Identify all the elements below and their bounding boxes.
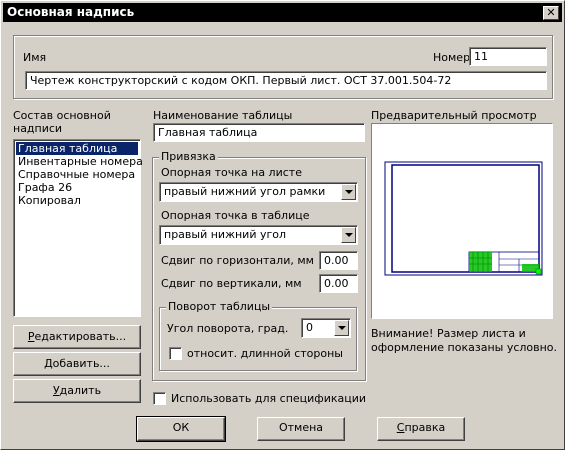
hshift-label: Сдвиг по горизонтали, мм	[161, 254, 314, 267]
edit-button-label: едактировать...	[34, 330, 127, 343]
list-item[interactable]: Справочные номера	[16, 168, 138, 181]
anchor-point-marker	[535, 268, 542, 275]
preview-note-line1: Внимание! Размер листа и	[371, 327, 526, 340]
composition-list[interactable]: Главная таблица Инвентарные номера Справоч…	[13, 139, 143, 317]
vshift-label: Сдвиг по вертикали, мм	[161, 277, 302, 290]
spec-checkbox[interactable]	[153, 392, 166, 405]
composition-label-line1: Состав основной	[13, 109, 111, 122]
table-point-label: Опорная точка в таблице	[161, 209, 310, 222]
list-item[interactable]: Графа 26	[16, 181, 138, 194]
angle-select[interactable]: 0	[301, 318, 351, 338]
sheet-point-select[interactable]: правый нижний угол рамки	[159, 182, 358, 202]
ok-button[interactable]: ОК	[136, 416, 226, 442]
preview-note-line2: оформление показаны условно.	[371, 341, 558, 354]
sheet-point-value: правый нижний угол рамки	[164, 185, 326, 198]
angle-value: 0	[306, 321, 313, 334]
delete-button[interactable]: Удалить	[13, 379, 141, 403]
add-button-mnemonic: Д	[44, 357, 53, 370]
chevron-down-icon[interactable]	[341, 184, 356, 200]
sheet-outline	[384, 161, 543, 276]
delete-button-label: далить	[59, 384, 102, 397]
number-field[interactable]: 11	[469, 47, 547, 66]
name-field[interactable]: Чертеж конструкторский с кодом ОКП. Перв…	[25, 71, 547, 90]
spec-checkbox-label: Использовать для спецификации	[171, 392, 367, 405]
chevron-down-icon[interactable]	[341, 227, 356, 243]
add-button-label: обавить...	[52, 357, 110, 370]
preview-label: Предварительный просмотр	[371, 109, 537, 122]
close-button[interactable]: ✕	[543, 6, 559, 20]
sheet-preview-drawing	[384, 161, 543, 276]
rotation-group-label: Поворот таблицы	[166, 300, 273, 313]
composition-label-line2: надписи	[13, 122, 63, 135]
list-item[interactable]: Инвентарные номера	[16, 155, 143, 168]
help-button[interactable]: Справка	[377, 417, 465, 441]
name-label: Имя	[23, 51, 47, 64]
delete-button-mnemonic: У	[52, 384, 60, 397]
list-item[interactable]: Главная таблица	[16, 142, 138, 155]
chevron-down-icon[interactable]	[334, 320, 349, 336]
title-bar[interactable]: Основная надпись ✕	[3, 3, 562, 22]
number-label: Номер	[433, 51, 471, 64]
edit-button-mnemonic: Р	[27, 330, 35, 343]
vshift-field[interactable]: 0.00	[319, 274, 358, 293]
table-point-select[interactable]: правый нижний угол	[159, 225, 358, 245]
list-item[interactable]: Копировал	[16, 194, 138, 207]
edit-button[interactable]: Редактировать...	[13, 325, 141, 349]
add-button[interactable]: Добавить...	[13, 352, 141, 376]
relative-label: относит. длинной стороны	[187, 347, 343, 360]
title-block-table	[468, 251, 542, 275]
table-point-value: правый нижний угол	[164, 228, 287, 241]
window-title: Основная надпись	[7, 5, 135, 19]
sheet-frame	[391, 164, 540, 273]
binding-group-label: Привязка	[159, 150, 218, 163]
table-name-label: Наименование таблицы	[153, 109, 293, 122]
rotation-group	[159, 307, 357, 371]
sheet-point-label: Опорная точка на листе	[161, 166, 302, 179]
dialog-window: Основная надпись ✕ Имя Номер 11 Чертеж к…	[0, 0, 565, 450]
hshift-field[interactable]: 0.00	[319, 251, 358, 270]
relative-checkbox[interactable]	[169, 347, 182, 360]
help-button-label: правка	[404, 421, 446, 434]
preview-pane	[371, 123, 553, 319]
table-name-field[interactable]: Главная таблица	[153, 123, 365, 142]
angle-label: Угол поворота, град.	[167, 322, 289, 335]
cancel-button[interactable]: Отмена	[257, 417, 345, 441]
